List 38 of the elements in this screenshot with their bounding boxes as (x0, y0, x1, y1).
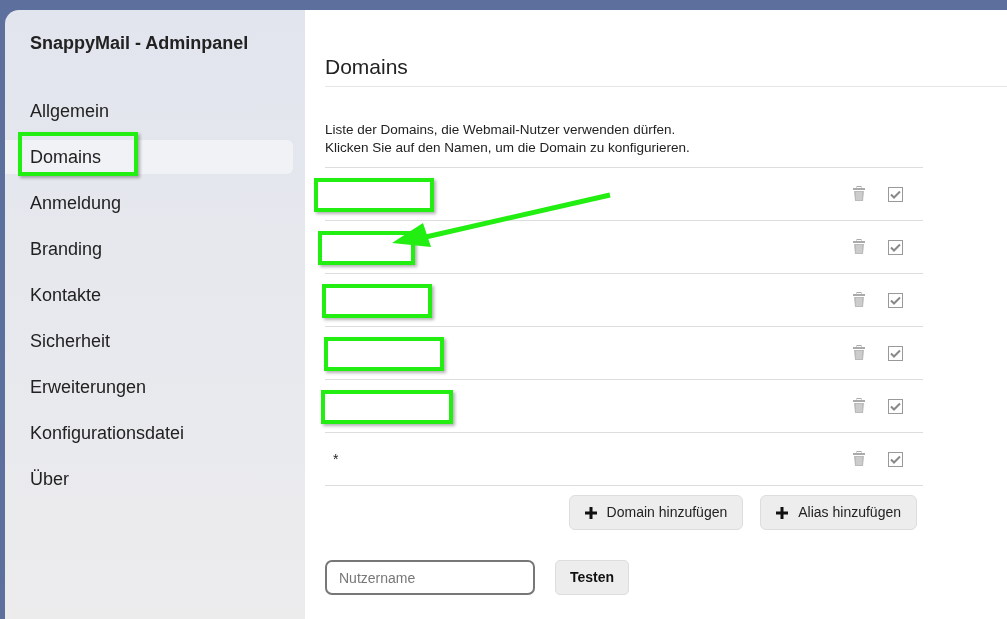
page-title: Domains (325, 51, 1007, 87)
check-icon (890, 454, 901, 464)
app-title: SnappyMail - Adminpanel (29, 32, 250, 54)
sidebar-item[interactable]: Branding (5, 232, 293, 266)
trash-icon[interactable] (852, 292, 866, 308)
enabled-checkbox[interactable] (888, 345, 903, 361)
description-text: Klicken Sie auf den Namen, um die Domain zu konfigurieren. (325, 139, 691, 157)
enabled-checkbox[interactable] (888, 398, 903, 414)
sidebar-item[interactable]: Domains (5, 140, 293, 174)
sidebar-item[interactable]: Konfigurationsdatei (5, 416, 293, 450)
trash-icon[interactable] (852, 398, 866, 414)
sidebar-item[interactable]: Erweiterungen (5, 370, 293, 404)
check-icon (890, 242, 901, 252)
sidebar-item[interactable]: Sicherheit (5, 324, 293, 358)
check-icon (890, 295, 901, 305)
trash-icon[interactable] (852, 186, 866, 202)
check-icon (890, 348, 901, 358)
trash-icon[interactable] (852, 451, 866, 467)
sidebar-item[interactable]: Kontakte (5, 278, 293, 312)
domain-name[interactable]: * (333, 448, 339, 470)
plus-icon (776, 506, 789, 519)
enabled-checkbox[interactable] (888, 239, 903, 255)
add-button[interactable]: Alias hinzufügen (760, 495, 917, 530)
username-field[interactable]: Nutzername (325, 560, 535, 595)
trash-icon[interactable] (852, 345, 866, 361)
enabled-checkbox[interactable] (888, 186, 903, 202)
plus-icon (584, 506, 597, 519)
trash-icon[interactable] (852, 239, 866, 255)
enabled-checkbox[interactable] (888, 451, 903, 467)
check-icon (890, 401, 901, 411)
enabled-checkbox[interactable] (888, 292, 903, 308)
test-button[interactable]: Testen (555, 560, 630, 595)
sidebar-item[interactable]: Anmeldung (5, 186, 293, 220)
description-text: Liste der Domains, die Webmail-Nutzer verwenden dürfen. (325, 121, 677, 139)
sidebar-item[interactable]: Über (5, 462, 293, 496)
add-button[interactable]: Domain hinzufügen (568, 495, 744, 530)
check-icon (890, 189, 901, 199)
sidebar-item[interactable]: Allgemein (5, 94, 293, 128)
